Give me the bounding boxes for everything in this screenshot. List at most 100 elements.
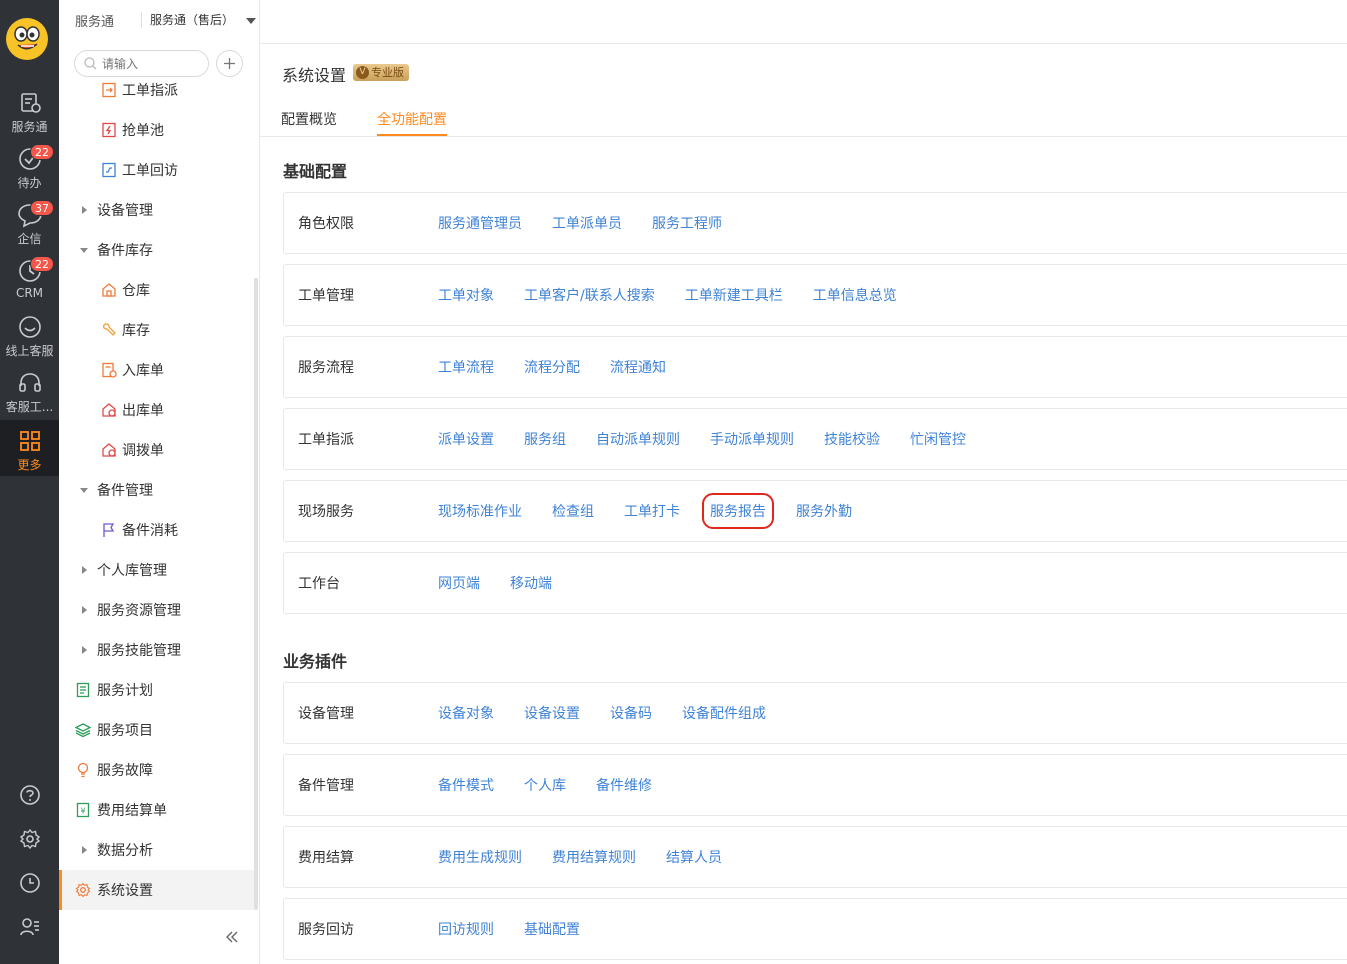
rail-item-crm[interactable]: 22 CRM — [0, 256, 59, 314]
sidebar-item-outbound-order[interactable]: 出库单 — [59, 390, 254, 430]
sidebar-item-label: 备件库存 — [97, 243, 153, 259]
config-link[interactable]: 设备对象 — [438, 703, 494, 723]
sidebar-item-service-resources[interactable]: 服务资源管理 — [59, 590, 254, 630]
config-link[interactable]: 移动端 — [510, 573, 552, 593]
config-link[interactable]: 费用结算规则 — [552, 847, 636, 867]
history-button[interactable] — [0, 868, 59, 898]
sidebar-item-label: 服务计划 — [97, 683, 153, 699]
sidebar-item-label: 个人库管理 — [97, 563, 167, 579]
config-link[interactable]: 服务通管理员 — [438, 213, 522, 233]
sidebar-item-service-skills[interactable]: 服务技能管理 — [59, 630, 254, 670]
config-link[interactable]: 工单新建工具栏 — [685, 285, 783, 305]
rail-item-chat[interactable]: 37 企信 — [0, 200, 59, 258]
sidebar-item-warehouse[interactable]: 仓库 — [59, 270, 254, 310]
todo-badge: 22 — [30, 144, 54, 160]
app-name: 服务通 — [75, 15, 115, 30]
config-link[interactable]: 设备设置 — [524, 703, 580, 723]
sidebar-item-grab-pool[interactable]: 抢单池 — [59, 110, 254, 150]
sidebar-item-label: 服务技能管理 — [97, 643, 181, 659]
config-link[interactable]: 基础配置 — [524, 919, 580, 939]
left-rail: 服务通 22 待办 37 企信 22 CRM 线上客服 客服工... 更多 — [0, 0, 59, 964]
online-service-icon — [18, 316, 41, 338]
main-content: 系统设置 V 专业版 配置概览 全功能配置 基础配置 角色权限 服务通管理员 工单派单… — [260, 44, 1347, 964]
rail-item-label: 更多 — [17, 458, 42, 472]
tab-overview[interactable]: 配置概览 — [281, 109, 337, 129]
sidebar-item-work-order-dispatch[interactable]: 工单指派 — [59, 70, 254, 110]
sidebar-item-expense-settlement[interactable]: ¥ 费用结算单 — [59, 790, 254, 830]
config-link[interactable]: 服务外勤 — [796, 501, 852, 521]
config-link[interactable]: 回访规则 — [438, 919, 494, 939]
config-link[interactable]: 个人库 — [524, 775, 566, 795]
help-button[interactable] — [0, 780, 59, 810]
pro-edition-badge: V 专业版 — [353, 64, 409, 81]
sidebar-item-service-fault[interactable]: 服务故障 — [59, 750, 254, 790]
rail-item-headset[interactable]: 客服工... — [0, 370, 59, 426]
sidebar-item-device-management[interactable]: 设备管理 — [59, 190, 254, 230]
sidebar-item-data-analysis[interactable]: 数据分析 — [59, 830, 254, 870]
config-link[interactable]: 设备配件组成 — [682, 703, 766, 723]
tab-full-config[interactable]: 全功能配置 — [377, 109, 447, 129]
config-link[interactable]: 工单客户/联系人搜索 — [524, 285, 655, 305]
collapse-sidebar-button[interactable] — [223, 928, 241, 946]
config-link[interactable]: 备件模式 — [438, 775, 494, 795]
config-link[interactable]: 网页端 — [438, 573, 480, 593]
profile-button[interactable] — [0, 912, 59, 942]
sidebar-item-work-order-revisit[interactable]: 工单回访 — [59, 150, 254, 190]
config-link[interactable]: 忙闲管控 — [910, 429, 966, 449]
app-logo[interactable] — [6, 18, 48, 60]
sidebar-item-personal-stock[interactable]: 个人库管理 — [59, 550, 254, 590]
config-link[interactable]: 工单派单员 — [552, 213, 622, 233]
svg-text:¥: ¥ — [80, 807, 85, 816]
rail-item-todo[interactable]: 22 待办 — [0, 144, 59, 202]
bulb-icon — [77, 762, 89, 778]
sidebar-item-label: 库存 — [122, 323, 150, 339]
config-link[interactable]: 自动派单规则 — [596, 429, 680, 449]
sidebar-item-parts-consumption[interactable]: 备件消耗 — [59, 510, 254, 550]
config-link[interactable]: 手动派单规则 — [710, 429, 794, 449]
sidebar-item-system-settings[interactable]: 系统设置 — [59, 870, 254, 910]
rail-item-online-service[interactable]: 线上客服 — [0, 314, 59, 370]
config-link[interactable]: 现场标准作业 — [438, 501, 522, 521]
rail-item-more[interactable]: 更多 — [0, 420, 59, 476]
settings-button[interactable] — [0, 824, 59, 854]
config-link[interactable]: 派单设置 — [438, 429, 494, 449]
config-link[interactable]: 服务工程师 — [652, 213, 722, 233]
sidebar-item-parts-management[interactable]: 备件管理 — [59, 470, 254, 510]
sidebar-item-parts-inventory[interactable]: 备件库存 — [59, 230, 254, 270]
config-link[interactable]: 技能校验 — [824, 429, 880, 449]
rail-item-label: 线上客服 — [5, 344, 54, 358]
sidebar-scrollbar[interactable] — [254, 278, 258, 910]
config-link[interactable]: 备件维修 — [596, 775, 652, 795]
sidebar-item-label: 费用结算单 — [97, 803, 167, 819]
config-row-name: 设备管理 — [298, 706, 354, 722]
header-divider — [141, 12, 142, 28]
sidebar-item-label: 工单指派 — [122, 83, 178, 99]
config-link[interactable]: 工单信息总览 — [813, 285, 897, 305]
config-link[interactable]: 结算人员 — [666, 847, 722, 867]
sidebar-item-transfer-order[interactable]: 调拨单 — [59, 430, 254, 470]
sidebar-item-service-items[interactable]: 服务项目 — [59, 710, 254, 750]
caret-down-icon[interactable] — [246, 17, 256, 25]
config-row: 服务流程 工单流程 流程分配 流程通知 — [283, 336, 1347, 398]
config-row-links: 备件模式 个人库 备件维修 — [438, 755, 682, 815]
rail-item-label: CRM — [15, 286, 44, 300]
config-link[interactable]: 服务组 — [524, 429, 566, 449]
sidebar-item-service-plan[interactable]: 服务计划 — [59, 670, 254, 710]
sidebar-item-stock[interactable]: 库存 — [59, 310, 254, 350]
config-link[interactable]: 检查组 — [552, 501, 594, 521]
config-link[interactable]: 工单对象 — [438, 285, 494, 305]
config-link-highlighted[interactable]: 服务报告 — [702, 493, 774, 529]
config-link[interactable]: 设备码 — [610, 703, 652, 723]
config-link[interactable]: 费用生成规则 — [438, 847, 522, 867]
rail-item-service[interactable]: 服务通 — [0, 90, 59, 146]
config-link[interactable]: 工单流程 — [438, 357, 494, 377]
sidebar-item-inbound-order[interactable]: 入库单 — [59, 350, 254, 390]
config-row-links: 服务通管理员 工单派单员 服务工程师 — [438, 193, 752, 253]
caret-right-icon — [79, 845, 89, 855]
config-link[interactable]: 工单打卡 — [624, 501, 680, 521]
app-selector[interactable]: 服务通（售后） — [150, 11, 234, 28]
config-link[interactable]: 流程通知 — [610, 357, 666, 377]
config-link[interactable]: 流程分配 — [524, 357, 580, 377]
caret-right-icon — [79, 645, 89, 655]
layers-icon — [75, 723, 91, 738]
